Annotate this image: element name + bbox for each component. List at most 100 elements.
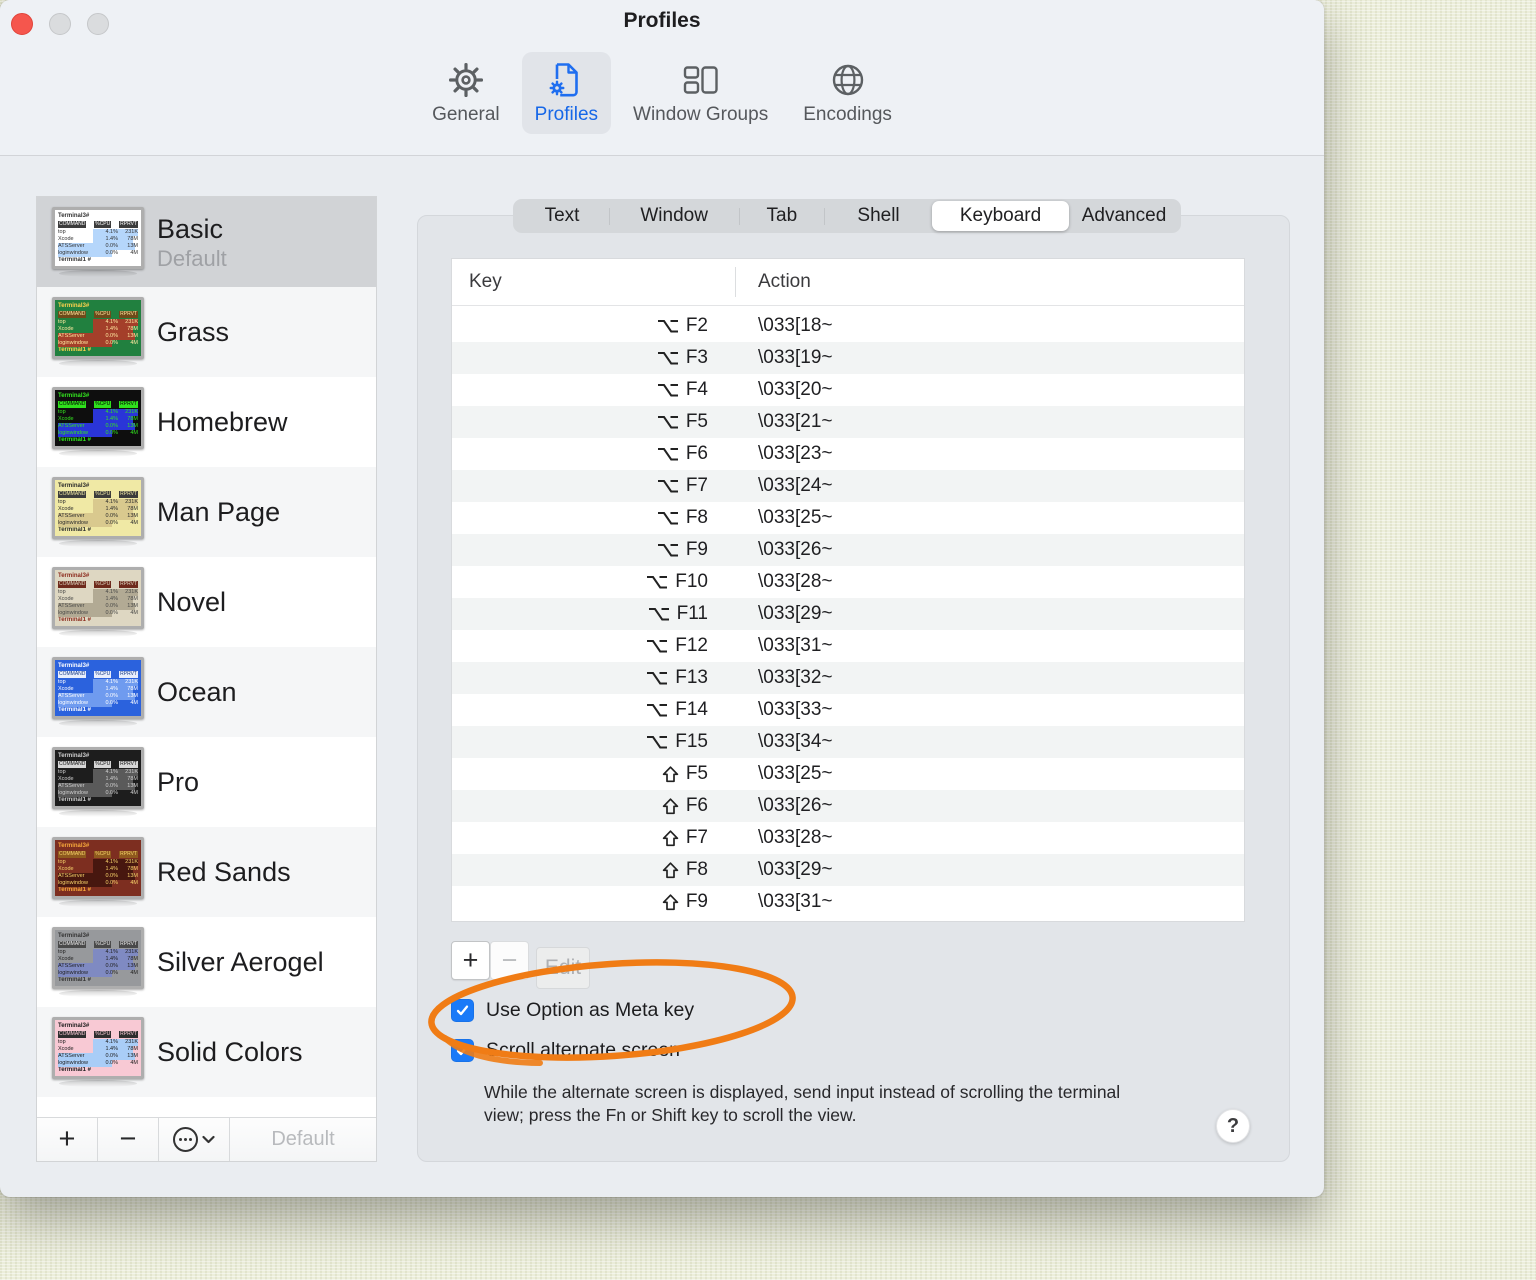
profile-thumbnail: Terminal3# COMMAND %CPU RPRVT top 4.1% 231K X…	[52, 207, 144, 277]
table-row[interactable]: F7 \033[28~	[452, 822, 1244, 854]
thumb-chips: COMMAND %CPU RPRVT	[58, 311, 138, 318]
profile-name: Man Page	[157, 497, 281, 527]
alternate-screen-help-text: While the alternate screen is displayed,…	[484, 1082, 1121, 1126]
table-row[interactable]: F9 \033[26~	[452, 534, 1244, 566]
option-key-icon	[657, 480, 678, 493]
action-value: \033[32~	[758, 667, 833, 688]
remove-profile-button[interactable]: −	[98, 1118, 159, 1161]
action-value: \033[19~	[758, 347, 833, 368]
action-value: \033[28~	[758, 827, 833, 848]
shift-key-icon	[662, 893, 679, 910]
column-header-action[interactable]: Action	[758, 271, 811, 293]
table-row[interactable]: F14 \033[33~	[452, 694, 1244, 726]
profile-list-item[interactable]: Terminal3# COMMAND %CPU RPRVT top 4.1% 231K X…	[37, 197, 376, 287]
toolbar-item-profiles[interactable]: Profiles	[521, 52, 612, 134]
table-row[interactable]: F13 \033[32~	[452, 662, 1244, 694]
table-row[interactable]: F8 \033[25~	[452, 502, 1244, 534]
chevron-down-icon	[202, 1135, 215, 1144]
table-row[interactable]: F9 \033[31~	[452, 886, 1244, 918]
table-row[interactable]: F6 \033[26~	[452, 790, 1244, 822]
profile-list-item[interactable]: Terminal3# COMMAND %CPU RPRVT top 4.1% 231K X…	[37, 737, 376, 827]
action-value: \033[26~	[758, 539, 833, 560]
key-label: F14	[675, 699, 708, 720]
option-key-icon	[657, 320, 678, 333]
checkmark-icon	[456, 1045, 469, 1056]
profile-list-item[interactable]: Terminal3# COMMAND %CPU RPRVT top 4.1% 231K X…	[37, 557, 376, 647]
profile-actions-menu-button[interactable]	[159, 1118, 230, 1161]
tab-window[interactable]: Window	[610, 201, 739, 231]
profile-list-item[interactable]: Terminal3# COMMAND %CPU RPRVT top 4.1% 231K X…	[37, 467, 376, 557]
toolbar-item-encodings[interactable]: Encodings	[790, 52, 905, 134]
thumb-title: Terminal3#	[58, 933, 90, 939]
key-label: F9	[685, 891, 708, 912]
add-profile-button[interactable]: +	[37, 1118, 98, 1161]
edit-key-button[interactable]: Edit	[536, 947, 590, 989]
action-value: \033[24~	[758, 475, 833, 496]
thumb-title: Terminal3#	[58, 663, 90, 669]
profile-name: Silver Aerogel	[157, 947, 324, 977]
key-label: F8	[685, 507, 708, 528]
tab-advanced[interactable]: Advanced	[1069, 201, 1179, 231]
key-label: F8	[685, 859, 708, 880]
profile-name: Grass	[157, 317, 230, 347]
table-row[interactable]: F8 \033[29~	[452, 854, 1244, 886]
table-row[interactable]: F15 \033[34~	[452, 726, 1244, 758]
tab-keyboard[interactable]: Keyboard	[932, 201, 1070, 231]
use-option-as-meta-key-row: Use Option as Meta key	[451, 999, 694, 1022]
table-row[interactable]: F4 \033[20~	[452, 374, 1244, 406]
action-value: \033[34~	[758, 731, 833, 752]
profile-list: Terminal3# COMMAND %CPU RPRVT top 4.1% 231K X…	[37, 197, 376, 1118]
thumb-title: Terminal3#	[58, 303, 90, 309]
table-row[interactable]: F12 \033[31~	[452, 630, 1244, 662]
use-option-as-meta-key-checkbox[interactable]	[451, 999, 474, 1022]
table-row[interactable]: F10 \033[28~	[452, 566, 1244, 598]
checkmark-icon	[456, 1005, 469, 1016]
keyboard-shortcuts-table: Key Action F2 \033[18~ F3 \033[19~ F4 \0…	[451, 258, 1245, 922]
default-profile-button[interactable]: Default	[230, 1118, 376, 1161]
thumb-prompt: Terminal1 #	[58, 257, 91, 263]
profile-thumbnail: Terminal3# COMMAND %CPU RPRVT top 4.1% 231K X…	[52, 1017, 144, 1087]
tab-text[interactable]: Text	[515, 201, 609, 231]
column-header-key[interactable]: Key	[452, 271, 502, 293]
action-value: \033[26~	[758, 795, 833, 816]
thumb-chips: COMMAND %CPU RPRVT	[58, 401, 138, 408]
table-row[interactable]: F6 \033[23~	[452, 438, 1244, 470]
thumb-prompt: Terminal1 #	[58, 707, 91, 713]
toolbar-item-general[interactable]: General	[419, 52, 513, 134]
tab-tab[interactable]: Tab	[739, 201, 824, 231]
help-button[interactable]: ?	[1216, 1109, 1250, 1143]
remove-key-button[interactable]: −	[490, 941, 529, 980]
sidebar-action-bar: + − Default	[37, 1117, 376, 1161]
option-key-icon	[647, 736, 668, 749]
table-row[interactable]: F3 \033[19~	[452, 342, 1244, 374]
profile-list-item[interactable]: Terminal3# COMMAND %CPU RPRVT top 4.1% 231K X…	[37, 287, 376, 377]
thumb-chips: COMMAND %CPU RPRVT	[58, 761, 138, 768]
profile-list-item[interactable]: Terminal3# COMMAND %CPU RPRVT top 4.1% 231K X…	[37, 827, 376, 917]
scroll-alternate-screen-checkbox[interactable]	[451, 1039, 474, 1062]
key-label: F6	[685, 795, 708, 816]
profile-list-item[interactable]: Terminal3# COMMAND %CPU RPRVT top 4.1% 231K X…	[37, 917, 376, 1007]
toolbar-item-window-groups[interactable]: Window Groups	[620, 52, 781, 134]
profile-thumbnail: Terminal3# COMMAND %CPU RPRVT top 4.1% 231K X…	[52, 477, 144, 547]
profile-thumbnail: Terminal3# COMMAND %CPU RPRVT top 4.1% 231K X…	[52, 297, 144, 367]
table-row[interactable]: F7 \033[24~	[452, 470, 1244, 502]
profile-list-item[interactable]: Terminal3# COMMAND %CPU RPRVT top 4.1% 231K X…	[37, 1007, 376, 1097]
thumb-title: Terminal3#	[58, 753, 90, 759]
thumbnail-reflection	[59, 630, 137, 637]
thumb-title: Terminal3#	[58, 573, 90, 579]
column-divider[interactable]	[735, 267, 736, 297]
table-row[interactable]: F11 \033[29~	[452, 598, 1244, 630]
key-label: F15	[675, 731, 708, 752]
thumbnail-reflection	[59, 450, 137, 457]
key-label: F5	[685, 763, 708, 784]
table-row[interactable]: F2 \033[18~	[452, 310, 1244, 342]
table-row[interactable]: F5 \033[21~	[452, 406, 1244, 438]
add-key-button[interactable]: +	[451, 941, 490, 980]
tab-shell[interactable]: Shell	[825, 201, 932, 231]
profile-name: Homebrew	[157, 407, 288, 437]
toolbar-label-general: General	[432, 104, 500, 125]
profiles-sidebar: Terminal3# COMMAND %CPU RPRVT top 4.1% 231K X…	[36, 196, 377, 1162]
profile-list-item[interactable]: Terminal3# COMMAND %CPU RPRVT top 4.1% 231K X…	[37, 377, 376, 467]
profile-list-item[interactable]: Terminal3# COMMAND %CPU RPRVT top 4.1% 231K X…	[37, 647, 376, 737]
table-row[interactable]: F5 \033[25~	[452, 758, 1244, 790]
